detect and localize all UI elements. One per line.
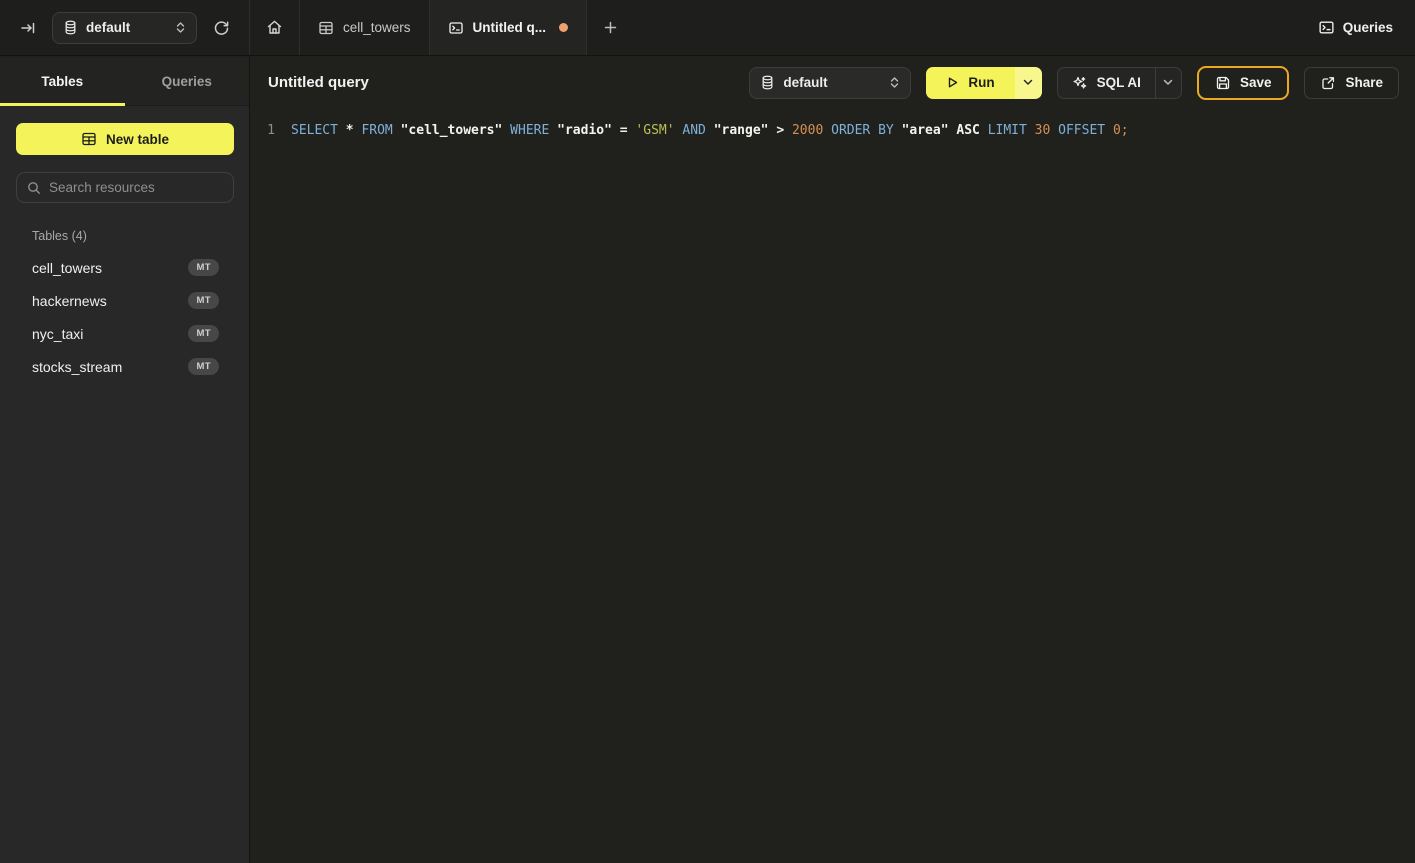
table-engine-badge: MT (188, 358, 219, 376)
sidebar: Tables Queries New table Tabl (0, 57, 250, 863)
query-database-selector-value: default (783, 75, 827, 90)
table-list-item-nyc_taxi[interactable]: nyc_taxi MT (0, 317, 249, 350)
topbar-left-section: default (0, 0, 250, 55)
query-toolbar-controls: default Run (749, 66, 1399, 100)
topbar-right-section: Queries (1318, 0, 1415, 55)
database-icon (760, 75, 775, 90)
sql-editor[interactable]: 1 SELECT * FROM "cell_towers" WHERE "rad… (251, 108, 1415, 141)
database-icon (63, 20, 78, 35)
chevron-down-icon (1023, 79, 1033, 86)
sql-code-line: SELECT * FROM "cell_towers" WHERE "radio… (291, 121, 1129, 141)
table-list-item-stocks_stream[interactable]: stocks_stream MT (0, 350, 249, 383)
plus-icon (603, 20, 618, 35)
table-name: cell_towers (32, 260, 102, 276)
table-engine-badge: MT (188, 259, 219, 277)
tables-section-label: Tables (4) (32, 229, 233, 243)
chevron-up-down-icon (175, 21, 186, 34)
new-table-button[interactable]: New table (16, 123, 234, 155)
table-list: cell_towersMThackernewsMTnyc_taxiMTstock… (0, 251, 249, 383)
tab-home[interactable] (250, 0, 300, 55)
table-list-item-hackernews[interactable]: hackernews MT (0, 284, 249, 317)
new-tab-button[interactable] (587, 0, 633, 55)
table-icon (318, 20, 334, 36)
table-grid-icon (81, 131, 97, 147)
save-button-label: Save (1240, 75, 1272, 90)
run-options-button[interactable] (1015, 67, 1042, 99)
topbar-database-selector-value: default (86, 20, 130, 35)
queries-button[interactable]: Queries (1318, 19, 1393, 36)
sql-ai-button[interactable]: SQL AI (1058, 68, 1155, 98)
table-name: stocks_stream (32, 359, 122, 375)
queries-button-label: Queries (1343, 20, 1393, 35)
query-toolbar: Untitled query default (251, 57, 1415, 108)
search-resources-input[interactable] (49, 180, 223, 195)
sql-ai-options-button[interactable] (1155, 68, 1181, 98)
unsaved-changes-dot (559, 23, 568, 32)
play-icon (946, 76, 959, 89)
sparkles-icon (1072, 75, 1088, 91)
query-pane: Untitled query default (251, 57, 1415, 863)
tab-cell-towers-label: cell_towers (343, 20, 411, 35)
sql-ai-split-button: SQL AI (1057, 67, 1182, 99)
save-floppy-icon (1215, 75, 1231, 91)
collapse-sidebar-icon (20, 20, 36, 36)
table-list-item-cell_towers[interactable]: cell_towers MT (0, 251, 249, 284)
tabstrip: cell_towers Untitled q... (250, 0, 633, 55)
refresh-icon (213, 19, 230, 36)
query-terminal-icon (448, 20, 464, 36)
query-database-selector[interactable]: default (749, 67, 911, 99)
chevron-up-down-icon (889, 76, 900, 89)
sql-ai-button-label: SQL AI (1097, 75, 1141, 90)
new-table-button-label: New table (106, 132, 169, 147)
table-engine-badge: MT (188, 292, 219, 310)
run-split-button: Run (926, 67, 1041, 99)
search-icon (27, 181, 41, 195)
run-button-label: Run (968, 75, 994, 90)
share-button-label: Share (1345, 75, 1383, 90)
topbar: default (0, 0, 1415, 56)
tab-untitled-query[interactable]: Untitled q... (430, 0, 588, 55)
save-button[interactable]: Save (1197, 66, 1290, 100)
query-title: Untitled query (268, 74, 369, 91)
queries-terminal-icon (1318, 19, 1335, 36)
collapse-sidebar-button[interactable] (14, 14, 42, 42)
sidebar-tab-tables-label: Tables (41, 74, 83, 89)
topbar-database-selector[interactable]: default (52, 12, 197, 44)
tab-cell-towers[interactable]: cell_towers (300, 0, 430, 55)
sidebar-tab-queries-label: Queries (162, 74, 212, 89)
tab-untitled-query-label: Untitled q... (473, 20, 547, 35)
chevron-down-icon (1163, 79, 1173, 86)
sidebar-tabs: Tables Queries (0, 57, 249, 106)
refresh-button[interactable] (207, 14, 235, 42)
app-root: default (0, 0, 1415, 863)
table-name: hackernews (32, 293, 107, 309)
share-button[interactable]: Share (1304, 67, 1399, 99)
table-name: nyc_taxi (32, 326, 83, 342)
sidebar-tab-tables[interactable]: Tables (0, 57, 125, 105)
share-external-link-icon (1320, 75, 1336, 91)
home-icon (266, 19, 283, 36)
sidebar-tab-queries[interactable]: Queries (125, 57, 250, 105)
run-button[interactable]: Run (926, 67, 1014, 99)
table-engine-badge: MT (188, 325, 219, 343)
line-number: 1 (251, 121, 291, 141)
search-resources-box (16, 172, 234, 203)
